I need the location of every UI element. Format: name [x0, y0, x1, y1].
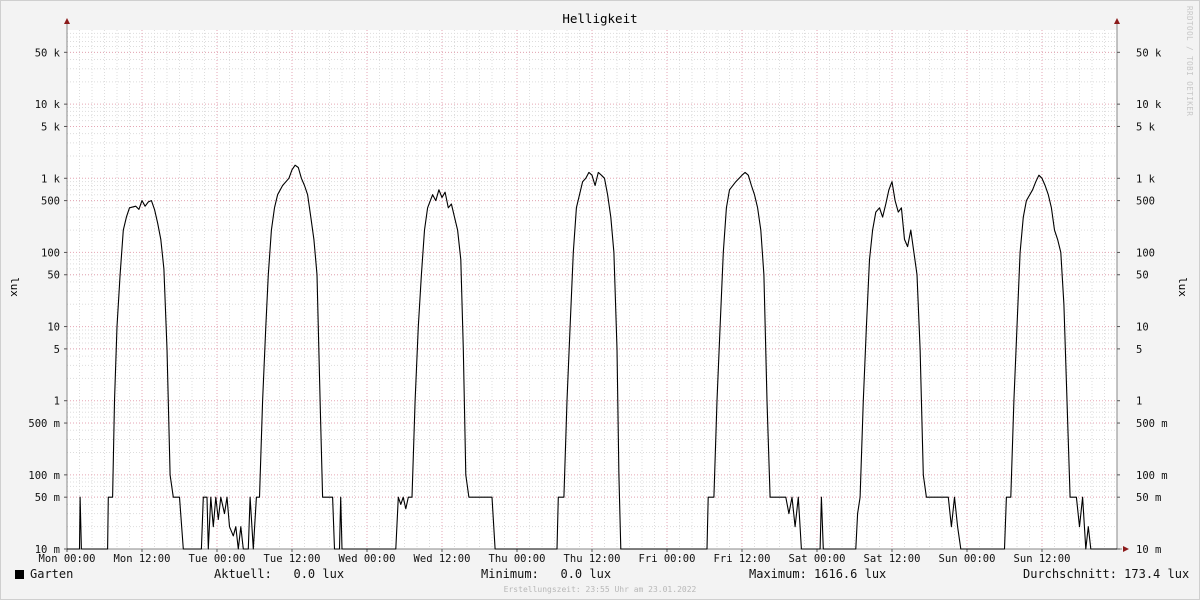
y-tick-label-left: 5 k [41, 121, 61, 133]
y-tick-label-left: 100 m [28, 470, 60, 482]
y-tick-label-right: 10 [1136, 322, 1149, 334]
creation-time-footer: Erstellungszeit: 23:55 Uhr am 23.01.2022 [503, 585, 697, 594]
y-tick-label-left: 500 [41, 196, 60, 208]
y-tick-label-left: 1 [54, 396, 60, 408]
legend-average: Durchschnitt: 173.4 lux [1023, 567, 1190, 581]
y-tick-label-left: 500 m [28, 418, 60, 430]
legend-series-name: Garten [30, 567, 74, 581]
y-tick-label-right: 100 m [1136, 470, 1168, 482]
x-tick-label: Fri 12:00 [714, 553, 771, 565]
y-tick-label-left: 10 k [35, 99, 61, 111]
y-axis-arrow-left [64, 18, 70, 24]
x-tick-label: Mon 12:00 [114, 553, 171, 565]
x-tick-label: Tue 12:00 [264, 553, 321, 565]
y-axis-label-right: lux [1176, 277, 1189, 297]
y-tick-label-left: 1 k [41, 173, 61, 185]
y-tick-label-right: 5 [1136, 344, 1142, 356]
legend-minimum: Minimum: 0.0 lux [481, 567, 612, 581]
y-tick-label-right: 1 k [1136, 173, 1156, 185]
y-tick-label-right: 5 k [1136, 121, 1156, 133]
x-tick-label: Sun 12:00 [1014, 553, 1071, 565]
x-tick-label: Mon 00:00 [39, 553, 96, 565]
y-tick-label-left: 5 [54, 344, 60, 356]
y-tick-label-left: 50 k [35, 47, 61, 59]
x-tick-label: Wed 00:00 [339, 553, 396, 565]
x-tick-label: Wed 12:00 [414, 553, 471, 565]
legend-current: Aktuell: 0.0 lux [214, 567, 345, 581]
y-tick-label-right: 10 m [1136, 544, 1161, 556]
y-tick-label-right: 50 [1136, 270, 1149, 282]
x-tick-label: Thu 00:00 [489, 553, 546, 565]
legend-swatch [15, 570, 24, 579]
y-axis-label-left: lux [8, 277, 21, 297]
y-tick-label-left: 50 m [35, 492, 60, 504]
y-axis-arrow-right [1114, 18, 1120, 24]
y-tick-label-right: 500 [1136, 196, 1155, 208]
y-tick-label-right: 500 m [1136, 418, 1168, 430]
x-tick-label: Sat 00:00 [789, 553, 846, 565]
rrdtool-watermark: RRDTOOL / TOBI OETIKER [1185, 6, 1194, 117]
legend-maximum: Maximum: 1616.6 lux [749, 567, 887, 581]
x-tick-label: Thu 12:00 [564, 553, 621, 565]
y-tick-label-left: 50 [47, 270, 60, 282]
y-tick-label-left: 10 [47, 322, 60, 334]
y-tick-label-right: 50 k [1136, 47, 1162, 59]
x-tick-label: Fri 00:00 [639, 553, 696, 565]
y-tick-label-right: 10 k [1136, 99, 1162, 111]
y-tick-label-right: 100 [1136, 247, 1155, 259]
x-tick-label: Sun 00:00 [939, 553, 996, 565]
x-tick-label: Sat 12:00 [864, 553, 921, 565]
x-axis-arrow [1123, 546, 1129, 552]
y-tick-label-right: 1 [1136, 396, 1142, 408]
y-tick-label-right: 50 m [1136, 492, 1161, 504]
y-tick-label-left: 100 [41, 247, 60, 259]
legend-series: Garten [15, 567, 73, 581]
x-tick-label: Tue 00:00 [189, 553, 246, 565]
brightness-chart: Helligkeit lux lux 10 m 50 m 100 m 500 m 1 5 1… [8, 11, 1189, 565]
chart-title: Helligkeit [562, 11, 637, 26]
